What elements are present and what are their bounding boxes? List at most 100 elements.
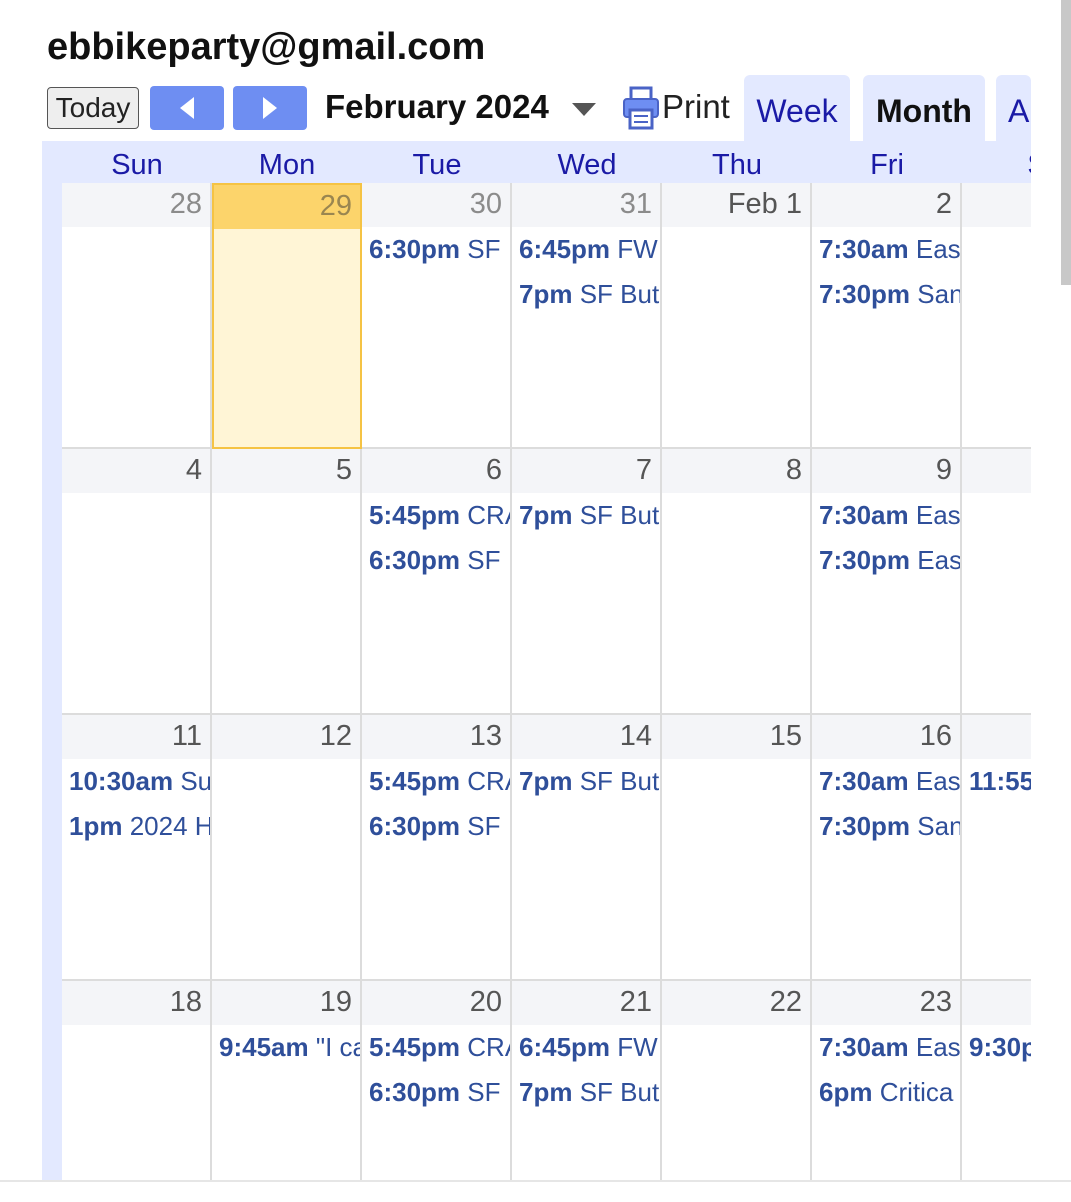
day-number[interactable]: 18 (170, 986, 202, 1019)
day-cell[interactable]: 4 (62, 449, 212, 715)
day-number[interactable]: 16 (920, 720, 952, 753)
day-cell[interactable]: 16 7:30am Eas 7:30pm San (812, 715, 962, 981)
day-cell-today[interactable]: 29 (212, 183, 362, 449)
day-cell[interactable]: 15 (662, 715, 812, 981)
day-cell[interactable]: 9:30p (962, 981, 1031, 1200)
day-cell[interactable]: 11 10:30am Su 1pm 2024 H (62, 715, 212, 981)
day-cell[interactable] (962, 449, 1031, 715)
day-cell[interactable]: 23 7:30am Eas 6pm Critica (812, 981, 962, 1200)
tab-week[interactable]: Week (744, 75, 850, 143)
day-cell[interactable]: 30 6:30pm SF I (362, 183, 512, 449)
day-cell[interactable]: 19 9:45am "I ca (212, 981, 362, 1200)
day-cell[interactable]: 8 (662, 449, 812, 715)
event-title: CRA (467, 766, 510, 796)
calendar-event[interactable]: 7pm SF But (519, 493, 660, 538)
current-month-label[interactable]: February 2024 (325, 88, 549, 126)
weekday-header: Mon (258, 149, 316, 181)
print-link[interactable]: Print (662, 88, 730, 126)
day-cell[interactable] (962, 183, 1031, 449)
day-number[interactable]: 4 (186, 454, 202, 487)
day-number[interactable]: 15 (770, 720, 802, 753)
next-month-button[interactable] (233, 86, 307, 130)
day-cell[interactable]: 5 (212, 449, 362, 715)
chevron-down-icon[interactable] (572, 103, 596, 116)
calendar-event[interactable]: 6:45pm FWI (519, 227, 660, 272)
day-number[interactable]: 5 (336, 454, 352, 487)
day-cell[interactable]: 6 5:45pm CRA6:30pm SF I (362, 449, 512, 715)
calendar-event[interactable]: 5:45pm CRA (369, 759, 510, 804)
day-number[interactable]: 23 (920, 986, 952, 1019)
calendar-event[interactable]: 5:45pm CRA (369, 493, 510, 538)
month-calendar: SunMonTueWedThuFriS 2829306:30pm SF I316… (42, 141, 1031, 1200)
calendar-event[interactable]: 7:30pm San (819, 272, 960, 317)
day-number[interactable]: 11 (172, 720, 202, 753)
calendar-event[interactable]: 6:30pm SF I (369, 1070, 510, 1115)
day-header-strip: 20 (362, 981, 510, 1025)
calendar-event[interactable]: 10:30am Su (69, 759, 210, 804)
today-button[interactable]: Today (47, 87, 139, 129)
tab-agenda[interactable]: A (996, 75, 1031, 143)
day-number[interactable]: 22 (770, 986, 802, 1019)
calendar-event[interactable]: 7pm SF But (519, 272, 660, 317)
day-cell[interactable]: 9 7:30am Eas 7:30pm Eas (812, 449, 962, 715)
calendar-event[interactable]: 6:30pm SF I (369, 804, 510, 849)
day-number[interactable]: 9 (936, 454, 952, 487)
calendar-event[interactable]: 5:45pm CRA (369, 1025, 510, 1070)
day-number[interactable]: 19 (320, 986, 352, 1019)
weekday-header: S (962, 149, 1031, 182)
calendar-event[interactable]: 7:30am Eas (819, 759, 960, 804)
horizontal-scrollbar[interactable] (0, 1180, 1071, 1202)
day-number[interactable]: 8 (786, 454, 802, 487)
event-time: 7pm (519, 279, 573, 309)
day-cell[interactable]: 7 7pm SF But (512, 449, 662, 715)
calendar-event[interactable]: 9:30p (969, 1025, 1031, 1070)
calendar-event[interactable]: 9:45am "I ca (219, 1025, 360, 1070)
printer-icon[interactable] (622, 86, 660, 130)
event-time: 6:30pm (369, 234, 461, 264)
day-number[interactable]: 7 (636, 454, 652, 487)
day-cell[interactable]: 20 5:45pm CRA6:30pm SF I (362, 981, 512, 1200)
day-header-strip: 23 (812, 981, 960, 1025)
day-number[interactable]: 29 (320, 190, 352, 223)
calendar-event[interactable]: 1pm 2024 H (69, 804, 210, 849)
calendar-event[interactable]: 7:30pm Eas (819, 538, 960, 583)
calendar-event[interactable]: 6:30pm SF I (369, 227, 510, 272)
day-cell[interactable]: 11:55 (962, 715, 1031, 981)
day-cell[interactable]: 22 (662, 981, 812, 1200)
calendar-event[interactable]: 7pm SF But (519, 759, 660, 804)
day-number[interactable]: Feb 1 (728, 188, 802, 221)
calendar-event[interactable]: 7:30am Eas (819, 227, 960, 272)
calendar-event[interactable]: 7:30am Eas (819, 1025, 960, 1070)
day-cell[interactable]: 18 (62, 981, 212, 1200)
day-cell[interactable]: Feb 1 (662, 183, 812, 449)
day-number[interactable]: 13 (470, 720, 502, 753)
day-cell[interactable]: 28 (62, 183, 212, 449)
day-number[interactable]: 2 (936, 188, 952, 221)
day-number[interactable]: 30 (470, 188, 502, 221)
day-cell[interactable]: 13 5:45pm CRA6:30pm SF I (362, 715, 512, 981)
day-number[interactable]: 12 (320, 720, 352, 753)
calendar-event[interactable]: 7:30am Eas (819, 493, 960, 538)
day-cell[interactable]: 2 7:30am Eas 7:30pm San (812, 183, 962, 449)
day-cell[interactable]: 31 6:45pm FWI7pm SF But (512, 183, 662, 449)
vertical-scrollbar[interactable] (1061, 0, 1071, 285)
day-cell[interactable]: 21 6:45pm FWI7pm SF But (512, 981, 662, 1200)
day-cell[interactable]: 12 (212, 715, 362, 981)
calendar-event[interactable]: 7:30pm San (819, 804, 960, 849)
day-number[interactable]: 14 (620, 720, 652, 753)
day-header-strip: 19 (212, 981, 360, 1025)
calendar-event[interactable]: 6:30pm SF I (369, 538, 510, 583)
calendar-event[interactable]: 7pm SF But (519, 1070, 660, 1115)
previous-month-button[interactable] (150, 86, 224, 130)
day-number[interactable]: 31 (620, 188, 652, 221)
calendar-event[interactable]: 11:55 (969, 759, 1031, 804)
day-number[interactable]: 21 (620, 986, 652, 1019)
day-number[interactable]: 6 (486, 454, 502, 487)
day-cell[interactable]: 14 7pm SF But (512, 715, 662, 981)
day-number[interactable]: 28 (170, 188, 202, 221)
calendar-event[interactable]: 6pm Critica (819, 1070, 960, 1115)
day-number[interactable]: 20 (470, 986, 502, 1019)
day-header-strip: 31 (512, 183, 660, 227)
tab-month[interactable]: Month (863, 75, 985, 143)
calendar-event[interactable]: 6:45pm FWI (519, 1025, 660, 1070)
